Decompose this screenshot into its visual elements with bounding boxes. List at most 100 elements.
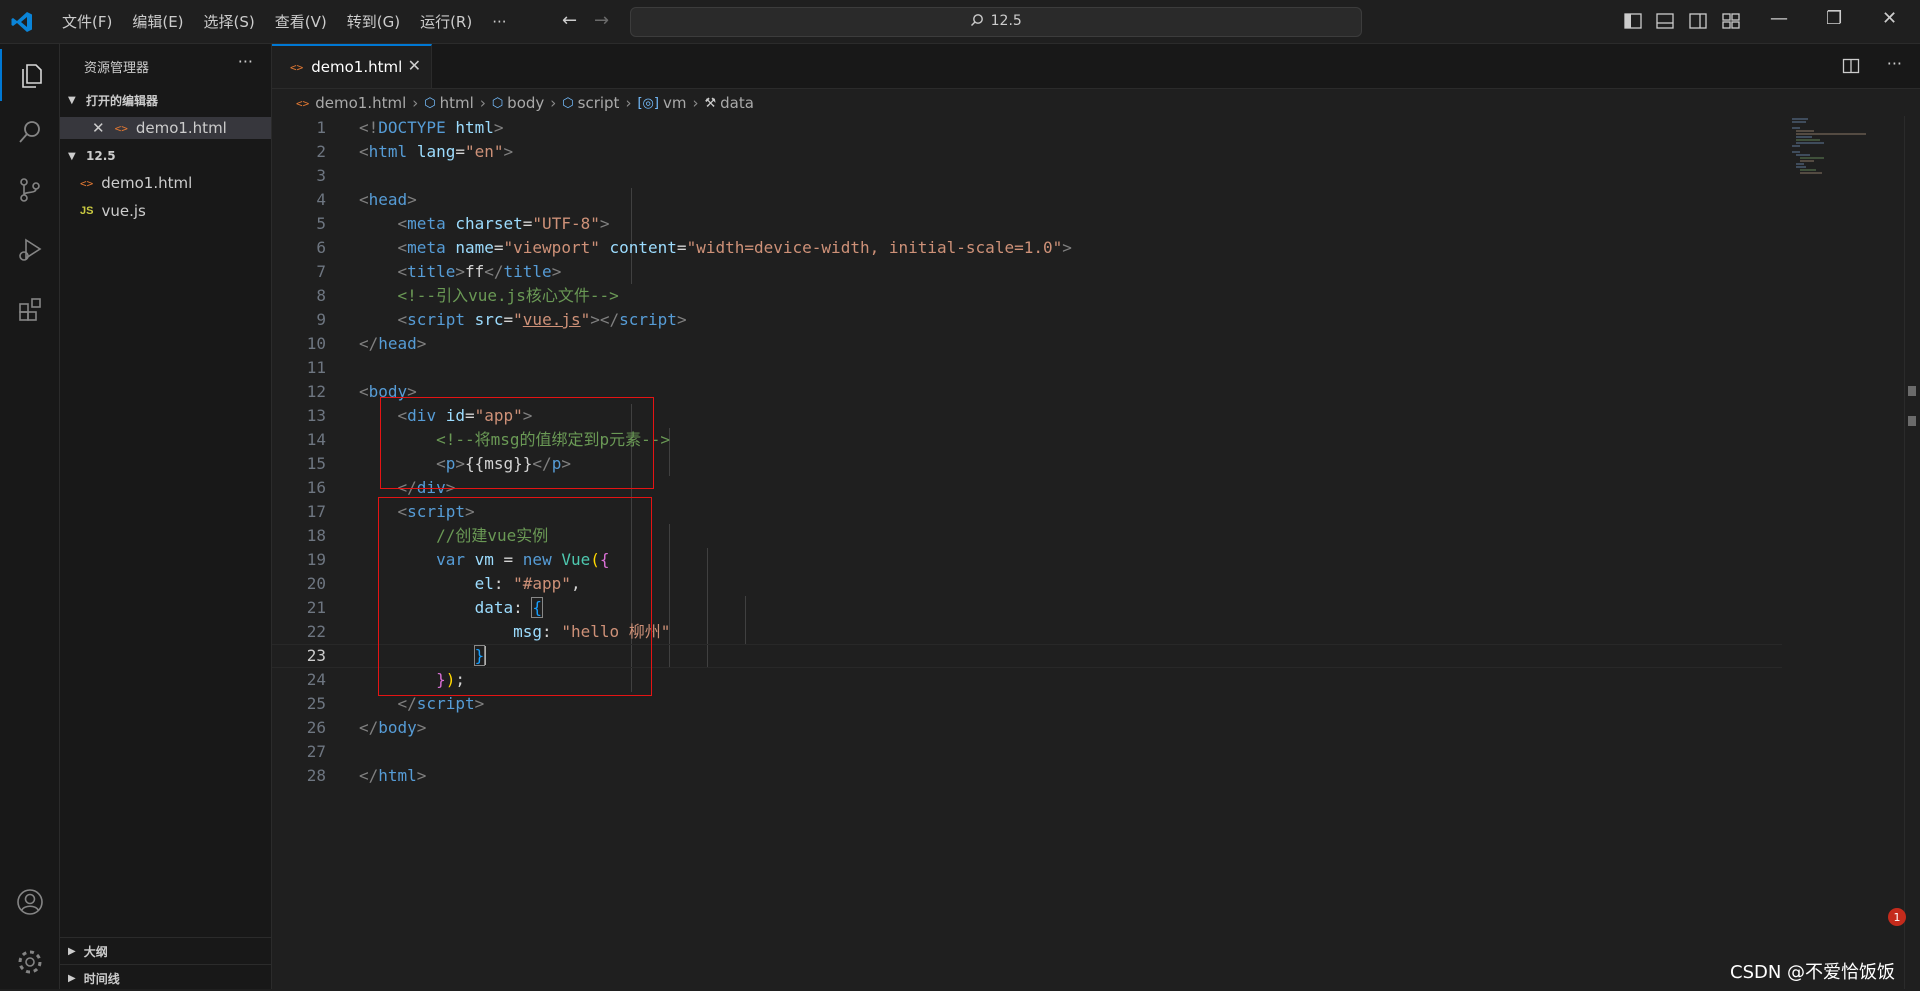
line-number: 18 [306,526,326,545]
open-editors-header[interactable]: ▼ 打开的编辑器 [60,89,271,111]
line-number: 20 [306,574,326,593]
folder-header[interactable]: ▼ 12.5 [60,145,271,167]
line-number: 27 [306,742,326,761]
back-arrow-icon[interactable]: ← [562,10,577,31]
menu-more[interactable]: ··· [482,13,516,31]
tab-label: demo1.html [311,58,403,76]
minimap[interactable] [1790,116,1870,176]
breadcrumb-item[interactable]: script [578,94,620,112]
tab-demo1-html[interactable]: <> demo1.html ✕ [272,44,432,88]
code-line: 7 <title>ff</title> [272,260,1782,284]
highlight-box-script [378,497,652,696]
watermark: CSDN @不爱恰饭饭 [1730,962,1896,983]
folder-label: 12.5 [86,149,116,163]
file-label: vue.js [101,202,146,220]
forward-arrow-icon[interactable]: → [594,10,609,31]
menu-go[interactable]: 转到(G) [337,11,410,32]
line-number: 24 [306,670,326,689]
search-icon [18,121,40,143]
close-window-icon[interactable]: ✕ [1882,8,1897,29]
toggle-primary-sidebar-icon[interactable] [1623,11,1643,31]
chevron-right-icon: › [412,94,419,112]
customize-layout-icon[interactable] [1721,11,1741,31]
accounts-activity[interactable] [0,876,59,928]
code-line: 26 </body> [272,716,1782,740]
search-text: 12.5 [990,13,1022,29]
search-activity[interactable] [0,106,59,158]
sidebar-more-button[interactable]: ··· [238,52,253,71]
outline-section[interactable]: ▶ 大纲 [60,937,271,964]
restore-icon[interactable]: ❐ [1826,8,1842,29]
breadcrumb-item[interactable]: demo1.html [315,94,406,112]
html-file-icon: <> [290,60,304,74]
html-file-icon: <> [296,96,310,110]
chevron-right-icon: › [479,94,486,112]
gear-icon [18,950,41,974]
menu-selection[interactable]: 选择(S) [194,11,265,32]
code-line: 3 [272,164,1782,188]
menu-view[interactable]: 查看(V) [265,11,337,32]
breadcrumb-item[interactable]: html [440,94,474,112]
line-number: 23 [306,646,326,665]
account-icon [16,889,43,915]
notification-badge[interactable]: 1 [1888,908,1906,926]
file-item[interactable]: <> demo1.html [60,172,271,194]
line-number: 8 [316,286,326,305]
breadcrumb: <> demo1.html › ⬡ html › ⬡ body › ⬡ scri… [296,92,754,114]
menu-edit[interactable]: 编辑(E) [122,11,193,32]
line-number: 13 [306,406,326,425]
code-editor[interactable]: 1 <!DOCTYPE html> 2 <html lang="en"> 3 4 <h… [272,116,1920,989]
editor-more-icon[interactable]: ··· [1887,54,1902,73]
breadcrumb-item[interactable]: data [720,94,754,112]
symbol-element-icon: ⬡ [491,95,504,111]
open-editor-item[interactable]: ✕ <> demo1.html [60,117,271,139]
line-number: 25 [306,694,326,713]
vscode-logo-icon [11,12,32,32]
toggle-panel-icon[interactable] [1655,11,1675,31]
split-editor-icon[interactable] [1842,57,1860,75]
activity-bar [0,44,60,989]
close-tab-icon[interactable]: ✕ [408,56,421,75]
line-number: 9 [316,310,326,329]
file-item[interactable]: JS vue.js [60,200,271,222]
editor-scrollbar[interactable] [1904,116,1919,989]
line-number: 21 [306,598,326,617]
line-number: 14 [306,430,326,449]
open-editor-label: demo1.html [135,119,227,137]
timeline-label: 时间线 [83,971,120,986]
code-line: 5 <meta charset="UTF-8"> [272,212,1782,236]
highlight-box-div [380,397,654,489]
source-control-activity[interactable] [0,164,59,216]
breadcrumb-item[interactable]: vm [663,94,687,112]
code-line: 4 <head> [272,188,1782,212]
close-icon[interactable]: ✕ [92,119,105,137]
line-number: 7 [316,262,326,281]
chevron-right-icon: ▶ [68,972,76,984]
minimize-icon[interactable]: — [1770,8,1788,29]
file-label: demo1.html [101,174,193,192]
command-center-search[interactable]: 12.5 [630,7,1362,37]
manage-activity[interactable] [0,936,59,988]
editor-tabs: <> demo1.html ✕ ··· [272,44,1920,89]
line-number: 17 [306,502,326,521]
js-file-icon: JS [80,205,94,217]
code-line: 28 </html> [272,764,1782,788]
html-file-icon: <> [80,176,94,190]
menu-run[interactable]: 运行(R) [410,11,482,32]
extensions-activity[interactable] [0,284,59,336]
scrollbar-marker [1908,416,1916,426]
extensions-icon [18,298,41,321]
chevron-right-icon: › [550,94,557,112]
toggle-secondary-sidebar-icon[interactable] [1688,11,1708,31]
symbol-element-icon: ⬡ [424,95,436,111]
line-number: 12 [306,382,326,401]
breadcrumb-item[interactable]: body [507,94,544,112]
code-line: 2 <html lang="en"> [272,140,1782,164]
line-number: 5 [316,214,326,233]
explorer-activity[interactable] [0,49,61,101]
line-number: 6 [316,238,326,257]
chevron-down-icon: ▼ [68,150,76,162]
run-debug-activity[interactable] [0,224,59,276]
timeline-section[interactable]: ▶ 时间线 [60,964,271,991]
menu-file[interactable]: 文件(F) [52,11,122,32]
